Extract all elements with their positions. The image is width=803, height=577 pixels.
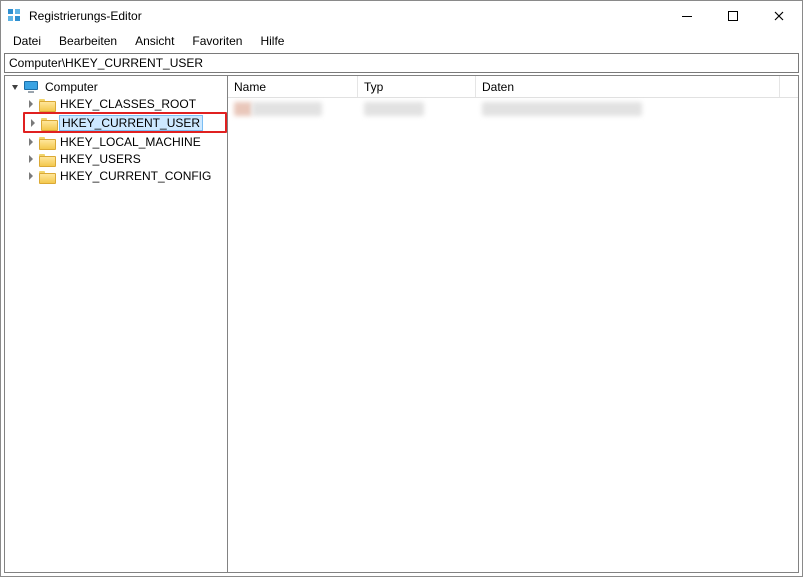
- chevron-down-icon[interactable]: [7, 83, 23, 91]
- list-header: Name Typ Daten: [228, 76, 798, 98]
- chevron-right-icon[interactable]: [25, 119, 41, 127]
- menu-hilfe[interactable]: Hilfe: [252, 33, 292, 49]
- chevron-right-icon[interactable]: [23, 100, 39, 108]
- tree-item-hkcu[interactable]: HKEY_CURRENT_USER: [25, 114, 225, 131]
- computer-icon: [23, 81, 39, 93]
- column-typ[interactable]: Typ: [358, 76, 476, 97]
- column-tail: [780, 76, 798, 97]
- menubar: Datei Bearbeiten Ansicht Favoriten Hilfe: [1, 31, 802, 51]
- tree-item-label: HKEY_LOCAL_MACHINE: [58, 135, 203, 149]
- tree-item-label: HKEY_CURRENT_USER: [60, 116, 202, 130]
- minimize-button[interactable]: [664, 1, 710, 31]
- tree-root-computer[interactable]: Computer: [5, 78, 227, 95]
- tree-root-label: Computer: [43, 80, 100, 94]
- chevron-right-icon[interactable]: [23, 138, 39, 146]
- menu-datei[interactable]: Datei: [5, 33, 49, 49]
- folder-icon: [39, 98, 54, 110]
- menu-favoriten[interactable]: Favoriten: [184, 33, 250, 49]
- column-daten[interactable]: Daten: [476, 76, 780, 97]
- column-daten-label: Daten: [482, 80, 514, 94]
- folder-icon: [41, 117, 56, 129]
- tree-item-hkcc[interactable]: HKEY_CURRENT_CONFIG: [5, 167, 227, 184]
- maximize-button[interactable]: [710, 1, 756, 31]
- menu-bearbeiten[interactable]: Bearbeiten: [51, 33, 125, 49]
- tree-pane[interactable]: Computer HKEY_CLASSES_ROOT HKEY_CURRENT_…: [4, 75, 228, 573]
- window-title: Registrierungs-Editor: [29, 9, 142, 23]
- addressbar-text: Computer\HKEY_CURRENT_USER: [9, 56, 203, 70]
- folder-icon: [39, 170, 54, 182]
- highlight-hkcu: HKEY_CURRENT_USER: [23, 112, 227, 133]
- tree-item-label: HKEY_USERS: [58, 152, 143, 166]
- tree-item-hkcr[interactable]: HKEY_CLASSES_ROOT: [5, 95, 227, 112]
- tree-item-hklm[interactable]: HKEY_LOCAL_MACHINE: [5, 133, 227, 150]
- folder-icon: [39, 153, 54, 165]
- titlebar: Registrierungs-Editor: [1, 1, 802, 31]
- list-row-blurred: [234, 102, 792, 116]
- addressbar-container: Computer\HKEY_CURRENT_USER: [1, 51, 802, 75]
- menu-ansicht[interactable]: Ansicht: [127, 33, 182, 49]
- tree-item-label: HKEY_CURRENT_CONFIG: [58, 169, 213, 183]
- column-name[interactable]: Name: [228, 76, 358, 97]
- app-icon: [7, 8, 23, 24]
- column-typ-label: Typ: [364, 80, 383, 94]
- tree-item-label: HKEY_CLASSES_ROOT: [58, 97, 198, 111]
- chevron-right-icon[interactable]: [23, 172, 39, 180]
- column-name-label: Name: [234, 80, 266, 94]
- list-pane: Name Typ Daten: [228, 75, 799, 573]
- chevron-right-icon[interactable]: [23, 155, 39, 163]
- close-button[interactable]: [756, 1, 802, 31]
- tree-item-hku[interactable]: HKEY_USERS: [5, 150, 227, 167]
- regedit-window: Registrierungs-Editor Datei Bearbeiten A…: [0, 0, 803, 577]
- main-split: Computer HKEY_CLASSES_ROOT HKEY_CURRENT_…: [1, 75, 802, 576]
- folder-icon: [39, 136, 54, 148]
- list-body[interactable]: [228, 98, 798, 572]
- addressbar[interactable]: Computer\HKEY_CURRENT_USER: [4, 53, 799, 73]
